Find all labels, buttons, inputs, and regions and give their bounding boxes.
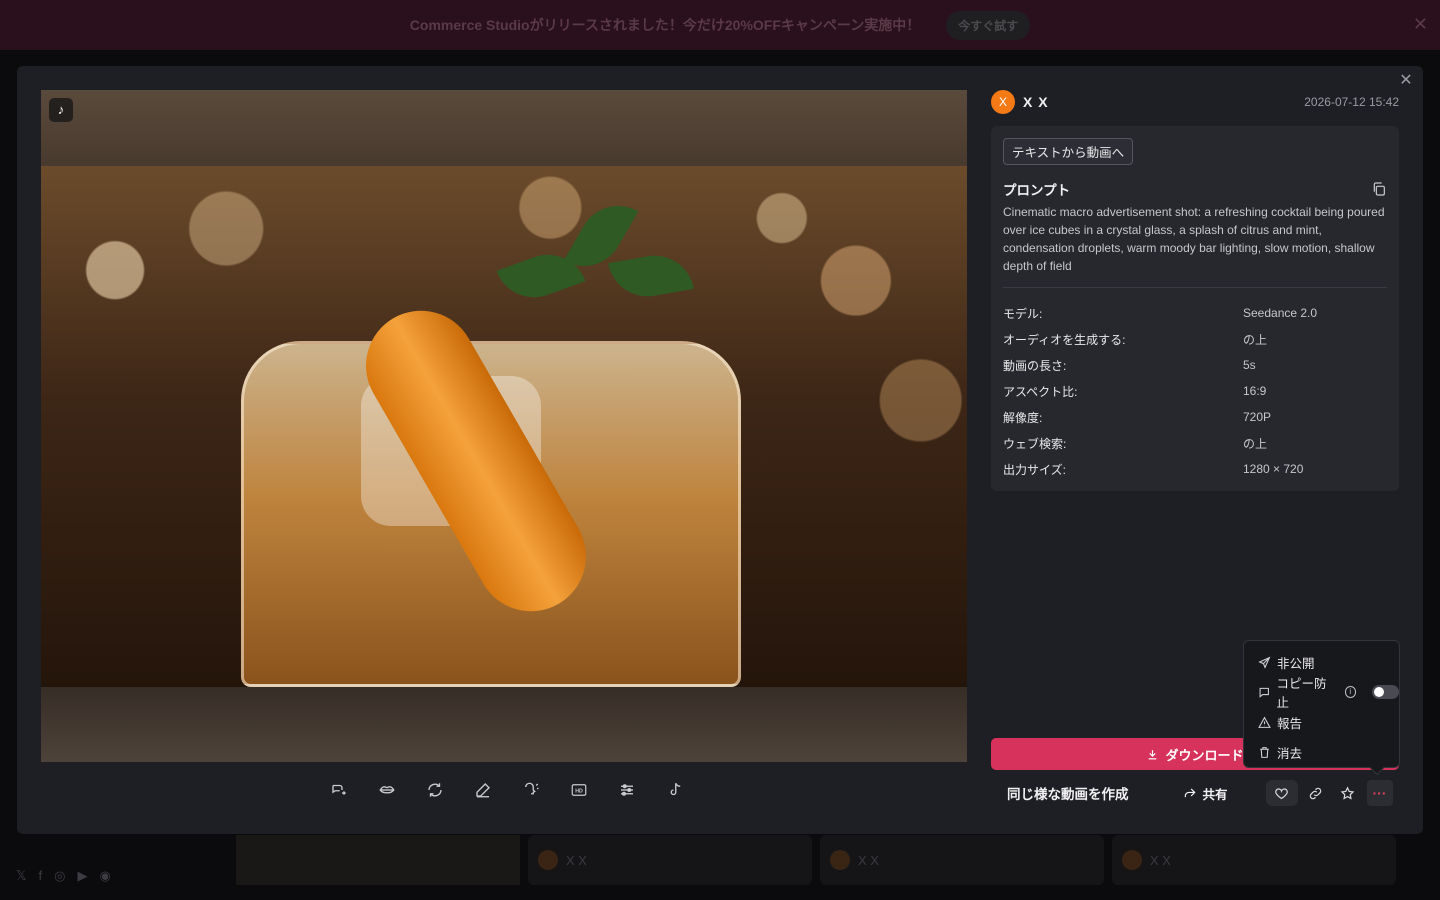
avatar[interactable]: X (991, 90, 1015, 114)
spec-row-duration: 動画の長さ: 5s (1003, 352, 1387, 378)
try-now-button[interactable]: 今すぐ試す (946, 10, 1031, 40)
discord-icon[interactable]: ◉ (99, 868, 110, 884)
card-username: X X (566, 852, 587, 868)
spec-key: 出力サイズ: (1003, 462, 1066, 477)
spec-row-web-search: ウェブ検索: の上 (1003, 430, 1387, 456)
tiktok-icon[interactable] (663, 778, 687, 802)
share-icon (1184, 788, 1195, 798)
copy-link-button[interactable] (1303, 780, 1329, 806)
lip-sync-icon[interactable] (375, 778, 399, 802)
spec-key: 動画の長さ: (1003, 358, 1067, 373)
send-icon (1258, 656, 1271, 669)
share-button[interactable]: 共有 (1183, 784, 1228, 803)
background-card: X X (820, 835, 1104, 885)
mint-image (496, 191, 701, 346)
menu-item-label: 報告 (1277, 716, 1303, 731)
spec-row-resolution: 解像度: 720P (1003, 404, 1387, 430)
spec-key: モデル: (1003, 306, 1043, 321)
avatar (830, 850, 850, 870)
menu-item-label: 非公開 (1277, 656, 1315, 671)
favorite-button[interactable] (1335, 780, 1361, 806)
spec-key: オーディオを生成する: (1003, 332, 1126, 347)
voice-swap-icon[interactable] (327, 778, 351, 802)
warning-icon (1258, 716, 1271, 728)
promo-banner-text: Commerce Studioがリリースされました！今だけ20%OFFキャンペー… (409, 17, 921, 33)
adjust-icon[interactable] (615, 778, 639, 802)
instagram-icon[interactable]: ◎ (54, 868, 65, 884)
background-card: X X (1112, 835, 1396, 885)
download-label: ダウンロード (1165, 747, 1244, 763)
mode-tag: テキストから動画へ (1003, 138, 1134, 165)
heart-icon (1275, 787, 1288, 799)
spec-value: Seedance 2.0 (1243, 306, 1318, 320)
menu-item-label: コピー防止 (1276, 677, 1327, 710)
edit-icon[interactable] (471, 778, 495, 802)
copy-icon[interactable] (1371, 181, 1387, 197)
x-icon[interactable]: 𝕏 (16, 868, 26, 884)
spec-value: の上 (1243, 332, 1268, 347)
menu-item-copy-protection[interactable]: コピー防止 i (1244, 677, 1400, 710)
spec-value: 720P (1243, 410, 1272, 424)
like-button[interactable] (1265, 780, 1298, 806)
hd-upscale-icon[interactable]: HD (567, 778, 591, 802)
card-username: X X (858, 852, 879, 868)
trash-icon (1260, 746, 1269, 758)
spec-value: 5s (1243, 358, 1256, 372)
share-label: 共有 (1202, 787, 1228, 802)
action-row: 同じ様な動画を作成 共有 ··· (991, 780, 1399, 806)
tiktok-badge-icon: ♪ (49, 98, 73, 122)
modal-close-icon[interactable]: ✕ (1397, 72, 1415, 90)
link-icon (1309, 787, 1322, 799)
more-options-button[interactable]: ··· (1366, 780, 1393, 806)
spec-row-output-size: 出力サイズ: 1280 × 720 (1003, 456, 1387, 482)
social-links: 𝕏 f ◎ ▶ ◉ (16, 868, 111, 884)
author-name[interactable]: X X (1023, 94, 1049, 110)
background-thumbnail (236, 835, 520, 885)
prompt-header: プロンプト (1003, 179, 1387, 199)
spec-value: 16:9 (1243, 384, 1267, 398)
video-toolbar: HD (327, 778, 687, 802)
spec-key: ウェブ検索: (1003, 436, 1067, 451)
prompt-title: プロンプト (1003, 183, 1071, 198)
svg-text:HD: HD (575, 788, 583, 794)
spec-key: アスペクト比: (1003, 384, 1078, 399)
star-icon (1340, 785, 1355, 800)
facebook-icon[interactable]: f (38, 868, 42, 884)
more-options-menu: 非公開 コピー防止 i 報告 消去 (1243, 640, 1400, 776)
video-preview[interactable]: ♪ (41, 90, 967, 762)
menu-item-report[interactable]: 報告 (1244, 707, 1399, 737)
spec-list: モデル: Seedance 2.0 オーディオを生成する: の上 動画の長さ: 5s … (1003, 300, 1387, 482)
avatar (538, 850, 558, 870)
download-icon (1149, 749, 1157, 759)
background-card: X X (528, 835, 812, 885)
spec-row-aspect: アスペクト比: 16:9 (1003, 378, 1387, 404)
regenerate-icon[interactable] (423, 778, 447, 802)
spec-value: 1280 × 720 (1243, 462, 1304, 476)
spec-row-audio: オーディオを生成する: の上 (1003, 326, 1387, 352)
banner-close-icon[interactable]: ✕ (1413, 14, 1428, 35)
voice-icon[interactable] (519, 778, 543, 802)
menu-item-label: 消去 (1277, 746, 1303, 761)
spec-value: の上 (1243, 436, 1268, 451)
create-similar-button[interactable]: 同じ様な動画を作成 (1007, 783, 1129, 803)
video-detail-modal: ✕ ♪ HD X X X 2026-07-12 15:42 テキストから動画へ … (17, 66, 1423, 834)
author-row: X X X 2026-07-12 15:42 (991, 90, 1399, 114)
spec-row-model: モデル: Seedance 2.0 (1003, 300, 1387, 326)
divider (1003, 287, 1387, 288)
copy-protection-toggle[interactable] (1372, 685, 1400, 699)
youtube-icon[interactable]: ▶ (77, 868, 87, 884)
comment-icon (1259, 687, 1269, 698)
video-frame[interactable] (41, 166, 967, 687)
created-timestamp: 2026-07-12 15:42 (1304, 95, 1399, 109)
prompt-text: Cinematic macro advertisement shot: a re… (1003, 205, 1385, 273)
spec-key: 解像度: (1003, 410, 1043, 425)
promo-banner: Commerce Studioがリリースされました！今だけ20%OFFキャンペー… (0, 0, 1440, 50)
card-username: X X (1150, 852, 1171, 868)
avatar (1122, 850, 1142, 870)
info-icon[interactable]: i (1344, 686, 1357, 698)
generation-info-panel: テキストから動画へ プロンプト Cinematic macro advertis… (991, 126, 1399, 491)
